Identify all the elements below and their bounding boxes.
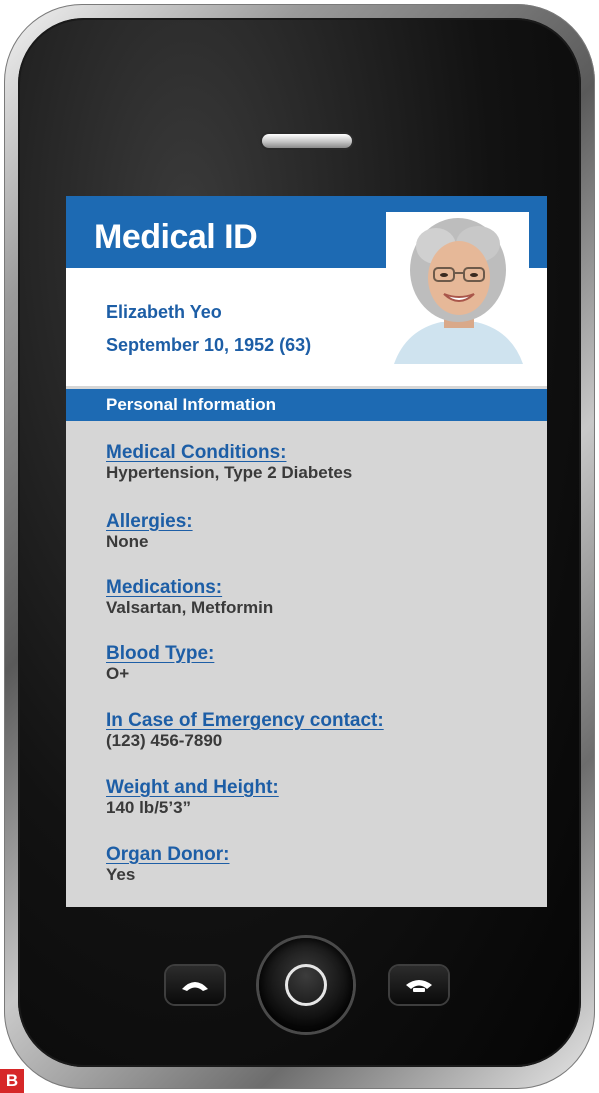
field-medications: Medications: Valsartan, Metformin xyxy=(106,577,273,618)
phone-answer-icon xyxy=(182,982,208,991)
field-label: Medical Conditions: xyxy=(106,442,287,463)
field-medical-conditions: Medical Conditions: Hypertension, Type 2… xyxy=(106,442,352,483)
field-organ-donor: Organ Donor: Yes xyxy=(106,844,230,885)
field-emergency-contact: In Case of Emergency contact: (123) 456-… xyxy=(106,710,384,751)
avatar xyxy=(386,212,529,364)
field-label: Organ Donor: xyxy=(106,844,230,865)
medical-id-screen: Medical ID Elizabeth Yeo September 10, 1… xyxy=(66,196,547,907)
field-value: Yes xyxy=(106,865,136,884)
field-value: Hypertension, Type 2 Diabetes xyxy=(106,463,353,482)
page-title: Medical ID xyxy=(94,218,258,256)
field-value: (123) 456-7890 xyxy=(106,731,223,750)
call-button[interactable] xyxy=(166,966,224,1004)
earpiece-speaker xyxy=(262,134,352,148)
patient-dob: September 10, 1952 (63) xyxy=(106,335,312,355)
field-blood-type: Blood Type: O+ xyxy=(106,643,214,684)
phone-hangup-icon xyxy=(406,980,432,992)
home-button[interactable] xyxy=(259,938,353,1032)
field-value: 140 lb/5’3” xyxy=(106,798,192,817)
field-value: O+ xyxy=(106,664,130,683)
field-value: None xyxy=(106,532,149,551)
section-title: Personal Information xyxy=(106,395,277,414)
field-label: Weight and Height: xyxy=(106,777,279,798)
field-weight-height: Weight and Height: 140 lb/5’3” xyxy=(106,777,279,818)
field-value: Valsartan, Metformin xyxy=(106,598,274,617)
field-allergies: Allergies: None xyxy=(106,511,193,552)
home-ring-icon xyxy=(285,964,327,1006)
field-label: Medications: xyxy=(106,577,223,598)
section-header: Personal Information xyxy=(66,389,547,421)
field-label: Blood Type: xyxy=(106,643,215,664)
field-label: Allergies: xyxy=(106,511,193,532)
avatar-photo xyxy=(386,212,529,364)
patient-name: Elizabeth Yeo xyxy=(106,302,222,322)
field-label: In Case of Emergency contact: xyxy=(106,710,384,731)
hangup-button[interactable] xyxy=(390,966,448,1004)
figure-label: B xyxy=(0,1069,24,1093)
